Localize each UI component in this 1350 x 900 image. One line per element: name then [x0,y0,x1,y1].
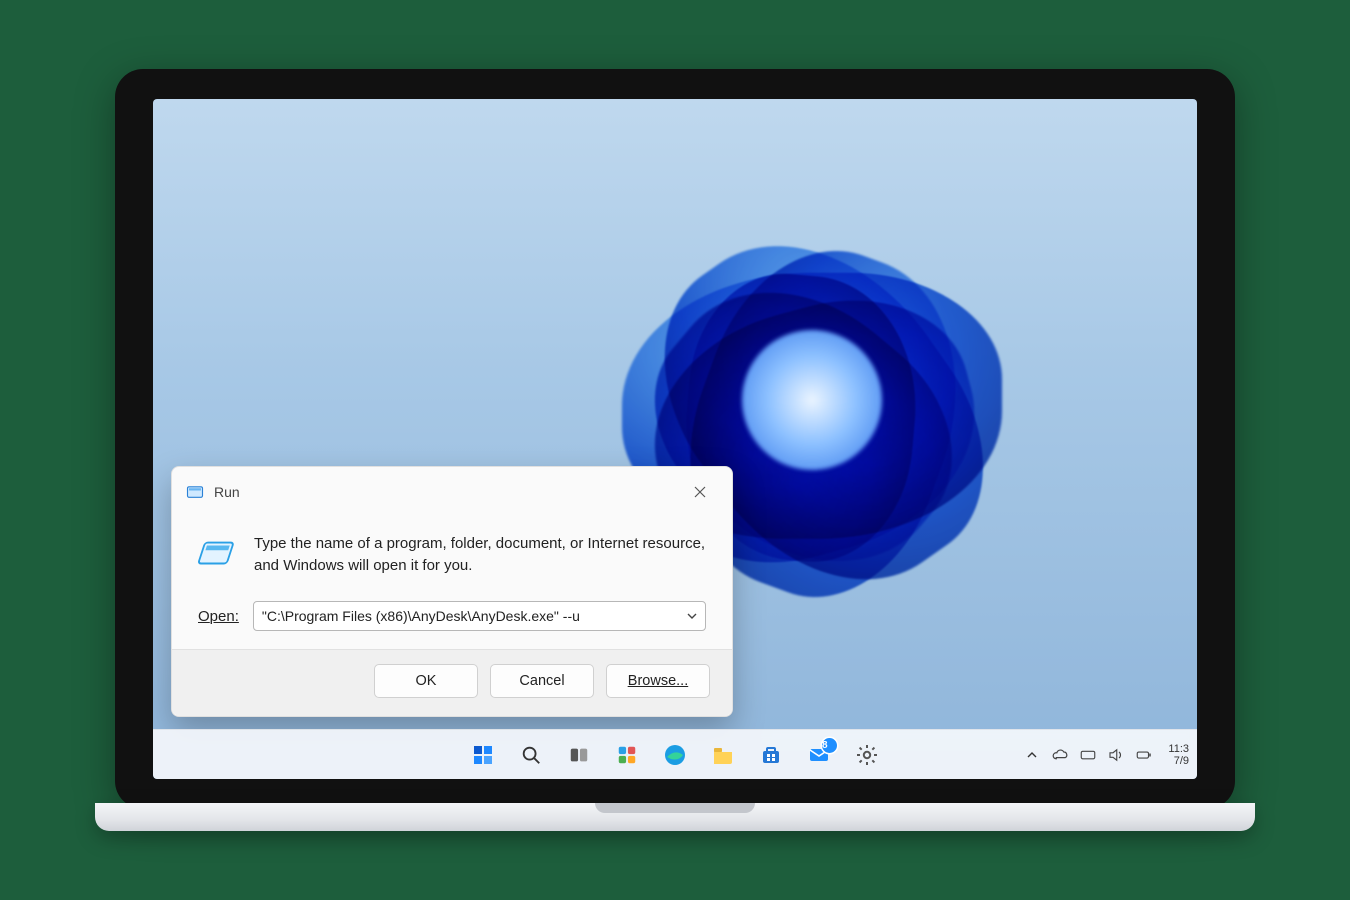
tray-overflow-button[interactable] [1022,745,1042,765]
clock-time: 11:3 [1168,743,1189,755]
cloud-icon [1051,746,1069,764]
laptop-frame: Run [95,69,1255,831]
start-button[interactable] [462,734,504,776]
run-dialog-title: Run [214,484,668,500]
gear-icon [855,743,879,767]
run-dialog-footer: OK Cancel Browse... [172,649,732,716]
store-icon [759,743,783,767]
input-indicator[interactable] [1078,745,1098,765]
widgets-button[interactable] [606,734,648,776]
open-combobox[interactable] [253,601,706,631]
laptop-base [95,803,1255,831]
run-prompt-icon [198,535,236,573]
edge-icon [663,743,687,767]
ok-button[interactable]: OK [374,664,478,698]
open-label: Open: [198,608,239,625]
close-icon [694,486,706,498]
clock-date: 7/9 [1168,755,1189,767]
task-view-icon [568,744,590,766]
search-button[interactable] [510,734,552,776]
edge-button[interactable] [654,734,696,776]
run-dialog-titlebar[interactable]: Run [172,467,732,517]
browse-button[interactable]: Browse... [606,664,710,698]
cancel-button[interactable]: Cancel [490,664,594,698]
volume-icon [1107,746,1125,764]
laptop-screen: Run [115,69,1235,809]
mail-badge: 8 [822,738,837,753]
onedrive-tray[interactable] [1050,745,1070,765]
dropdown-button[interactable] [679,610,705,622]
mail-button[interactable]: 8 [798,734,840,776]
task-view-button[interactable] [558,734,600,776]
settings-button[interactable] [846,734,888,776]
desktop[interactable]: Run [153,99,1197,779]
keyboard-icon [1079,746,1097,764]
widgets-icon [616,744,638,766]
run-dialog-description: Type the name of a program, folder, docu… [254,533,706,577]
search-icon [520,744,542,766]
open-input[interactable] [254,608,679,624]
taskbar-clock[interactable]: 11:3 7/9 [1168,743,1189,767]
microsoft-store-button[interactable] [750,734,792,776]
windows-start-icon [471,743,495,767]
close-button[interactable] [678,477,722,507]
chevron-up-icon [1026,749,1038,761]
battery-tray[interactable] [1134,745,1154,765]
folder-icon [711,743,735,767]
run-title-icon [186,483,204,501]
system-tray[interactable]: 11:3 7/9 [1022,730,1191,779]
taskbar: 8 [153,729,1197,779]
volume-tray[interactable] [1106,745,1126,765]
run-dialog: Run [171,466,733,717]
laptop-notch [595,803,755,813]
file-explorer-button[interactable] [702,734,744,776]
battery-icon [1134,746,1154,764]
chevron-down-icon [686,610,698,622]
